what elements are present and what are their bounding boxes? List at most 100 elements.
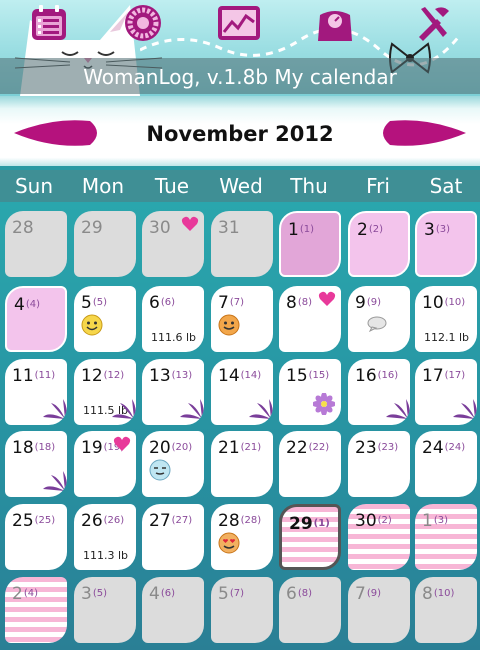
day-number: 25(25) [12,512,55,530]
fertile-flower-icon [178,397,204,425]
cycle-day: (9) [366,588,381,599]
day-cell[interactable]: 9(9) [348,286,410,352]
cycle-wheel-button[interactable] [118,2,168,44]
cycle-day: (4) [23,588,38,599]
cycle-day: (18) [34,442,56,453]
fertile-flower-icon [247,397,273,425]
day-number-value: 6 [149,293,160,313]
day-cell[interactable]: 3(5) [74,577,136,643]
header: WomanLog, v.1.8b My calendar [0,0,480,96]
day-cell[interactable]: 26(26) 111.3 lb [74,504,136,570]
day-number-value: 7 [355,584,366,604]
weight-value: 111.6 lb [151,331,197,344]
day-number: 16(16) [355,367,398,385]
day-cell[interactable]: 18(18) [5,431,67,497]
weekday-sat: Sat [429,174,463,198]
day-number: 4(4) [14,296,40,314]
day-number-value: 20 [149,438,171,458]
day-cell[interactable]: 7(7) [211,286,273,352]
day-number: 13(13) [149,367,192,385]
day-cell[interactable]: 5(5) [74,286,136,352]
tools-button[interactable] [408,2,458,44]
day-cell[interactable]: 31 [211,211,273,277]
day-number: 9(9) [355,294,381,312]
day-cell[interactable]: 15(15) [279,359,341,425]
cycle-day: (5) [92,588,107,599]
day-cell[interactable]: 30 [142,211,204,277]
cycle-day: (10) [444,297,466,308]
day-cell[interactable]: 16(16) [348,359,410,425]
cycle-day: (26) [103,515,125,526]
day-cell[interactable]: 12(12) 111.5 lb [74,359,136,425]
day-cell[interactable]: 22(22) [279,431,341,497]
day-cell[interactable]: 5(7) [211,577,273,643]
day-number: 30 [149,219,171,237]
weight-scale-button[interactable] [310,2,360,44]
day-number: 18(18) [12,439,55,457]
calendar-list-button[interactable] [24,2,74,44]
day-cell[interactable]: 20(20) [142,431,204,497]
weight-value: 111.3 lb [83,549,129,562]
weight-value: 112.1 lb [424,331,470,344]
day-cell[interactable]: 24(24) [415,431,477,497]
day-number-value: 8 [422,584,433,604]
day-cell-today[interactable]: 29(1) [279,504,341,570]
day-cell[interactable]: 3(3) [415,211,477,277]
day-number: 5(5) [81,294,107,312]
cycle-day: (1) [299,224,314,235]
day-number-value: 1 [422,511,433,531]
day-cell[interactable]: 10(10) 112.1 lb [415,286,477,352]
cycle-day: (3) [435,224,450,235]
weekday-fri: Fri [366,174,390,198]
day-number: 29 [81,219,103,237]
day-cell[interactable]: 29 [74,211,136,277]
day-cell[interactable]: 7(9) [348,577,410,643]
day-cell[interactable]: 1(3) [415,504,477,570]
smiley-sleepy-icon [149,459,171,485]
tools-icon [419,7,449,41]
day-cell[interactable]: 27(27) [142,504,204,570]
cycle-day: (1) [313,518,330,529]
day-cell[interactable]: 28(28) [211,504,273,570]
day-number-value: 2 [357,220,368,240]
cycle-day: (2) [368,224,383,235]
day-cell[interactable]: 4(4) [5,286,67,352]
day-cell[interactable]: 21(21) [211,431,273,497]
weekday-thu: Thu [290,174,328,198]
cycle-day: (7) [229,297,244,308]
day-number-value: 10 [422,293,444,313]
day-cell[interactable]: 25(25) [5,504,67,570]
day-cell[interactable]: 6(8) [279,577,341,643]
day-number: 20(20) [149,439,192,457]
day-cell[interactable]: 30(2) [348,504,410,570]
weekday-wed: Wed [219,174,263,198]
day-cell[interactable]: 11(11) [5,359,67,425]
day-number: 30(2) [355,512,392,530]
day-number: 29(1) [289,515,330,533]
day-cell[interactable]: 13(13) [142,359,204,425]
day-number-value: 28 [12,218,34,238]
day-cell[interactable]: 23(23) [348,431,410,497]
day-cell[interactable]: 1(1) [279,211,341,277]
day-number-value: 27 [149,511,171,531]
day-cell[interactable]: 2(2) [348,211,410,277]
day-cell[interactable]: 6(6) 111.6 lb [142,286,204,352]
day-cell[interactable]: 8(10) [415,577,477,643]
cycle-day: (16) [377,370,399,381]
day-cell[interactable]: 19(19) [74,431,136,497]
day-number-value: 24 [422,438,444,458]
day-cell[interactable]: 14(14) [211,359,273,425]
day-cell[interactable]: 28 [5,211,67,277]
cycle-day: (4) [25,299,40,310]
day-number: 4(6) [149,585,175,603]
cycle-day: (25) [34,515,56,526]
day-number: 3(5) [81,585,107,603]
heart-icon [181,216,199,236]
next-month-button[interactable] [378,117,468,149]
day-cell[interactable]: 17(17) [415,359,477,425]
day-cell[interactable]: 8(8) [279,286,341,352]
day-cell[interactable]: 2(4) [5,577,67,643]
chart-button[interactable] [214,2,264,44]
day-number-value: 13 [149,366,171,386]
day-cell[interactable]: 4(6) [142,577,204,643]
